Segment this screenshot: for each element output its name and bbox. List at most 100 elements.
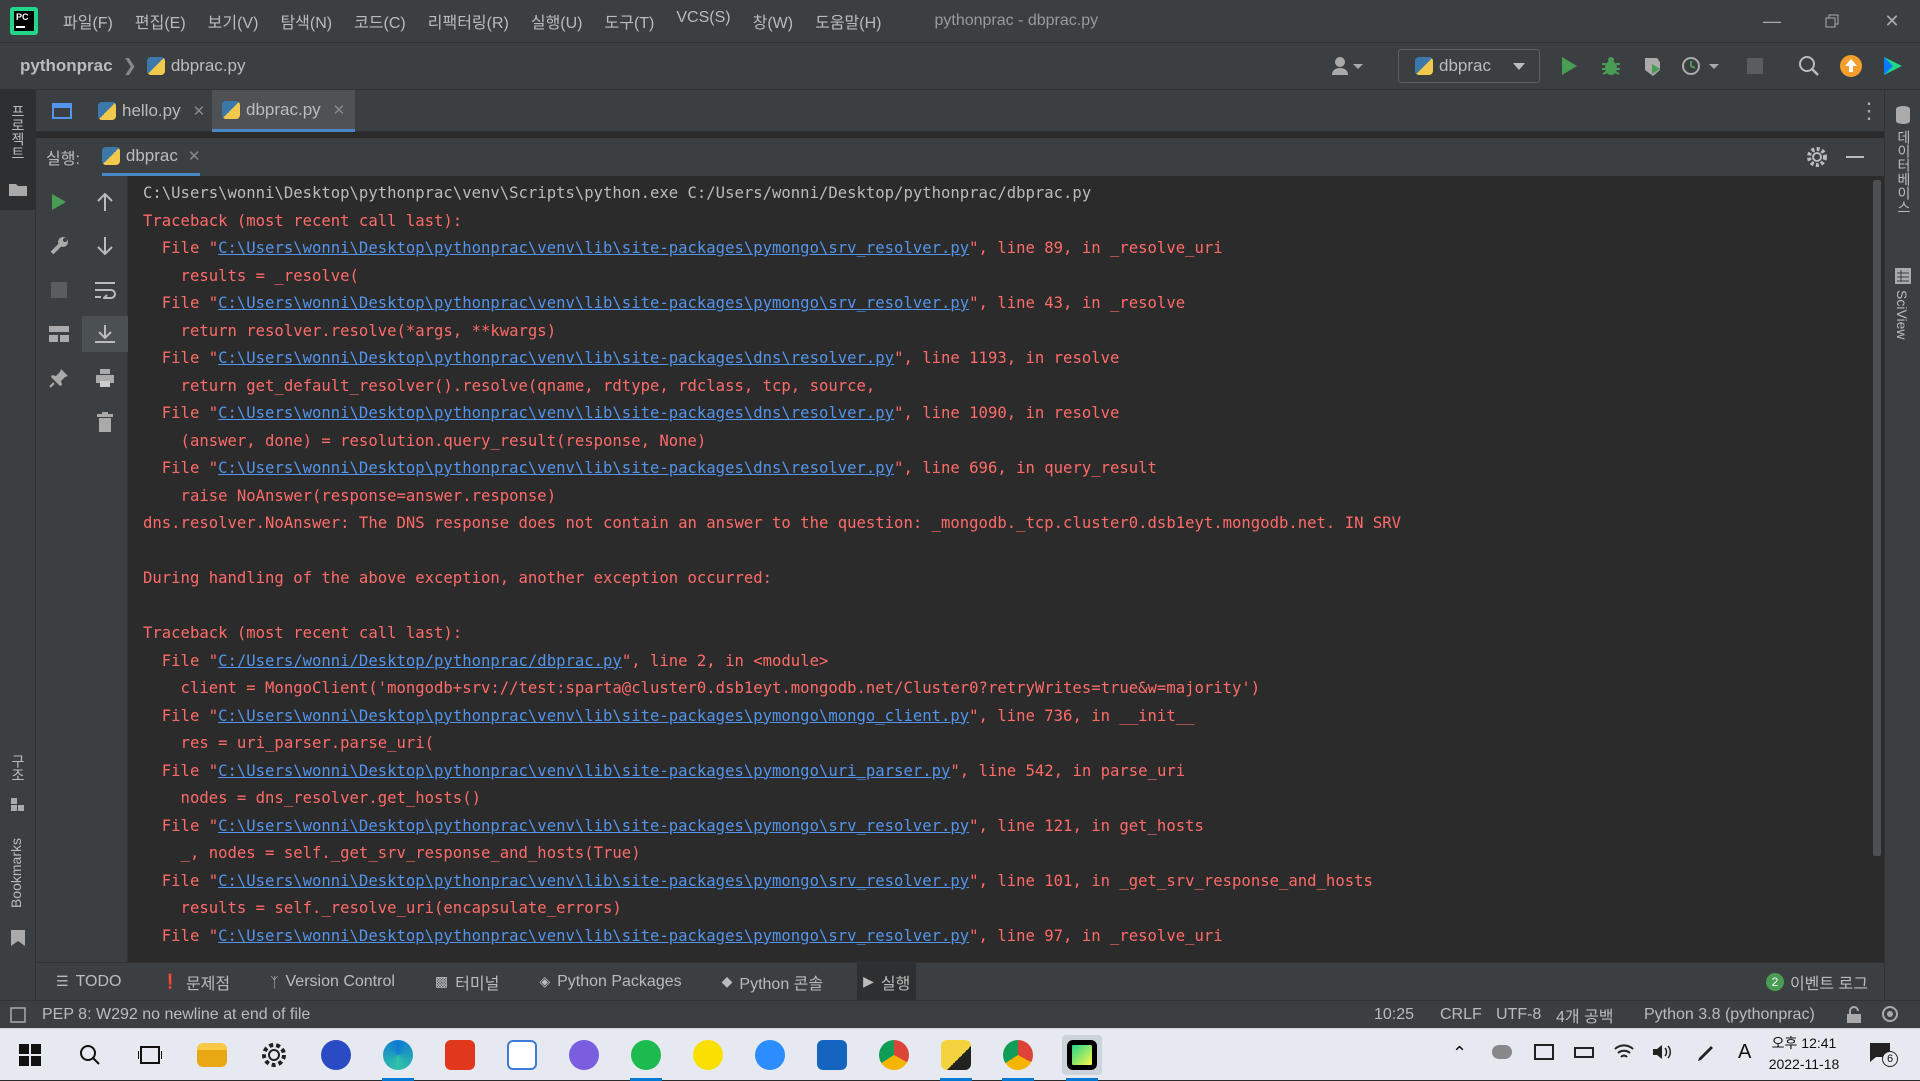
tab-run[interactable]: ▶ 실행 bbox=[857, 962, 917, 1001]
file-encoding[interactable]: UTF-8 bbox=[1496, 1001, 1541, 1029]
profile-button[interactable] bbox=[1680, 53, 1722, 79]
clear-all-button[interactable] bbox=[82, 404, 128, 440]
restore-button[interactable] bbox=[1804, 0, 1860, 42]
tab-dbprac-py[interactable]: dbprac.py ✕ bbox=[212, 90, 356, 132]
menu-code[interactable]: 코드(C) bbox=[354, 9, 406, 33]
menu-tools[interactable]: 도구(T) bbox=[605, 9, 655, 33]
structure-tool-button[interactable]: 구조 bbox=[0, 746, 36, 826]
taskbar-search-button[interactable] bbox=[70, 1035, 110, 1075]
code-with-me-button[interactable] bbox=[1880, 53, 1906, 79]
run-button[interactable] bbox=[1556, 53, 1582, 79]
tab-terminal[interactable]: ▩ 터미널 bbox=[429, 963, 505, 1001]
editor-panel-toggle[interactable] bbox=[44, 90, 80, 132]
pen-app[interactable] bbox=[564, 1035, 604, 1075]
office-app[interactable] bbox=[440, 1035, 480, 1075]
search-everywhere-button[interactable] bbox=[1796, 53, 1822, 79]
console-scrollbar[interactable] bbox=[1870, 176, 1884, 962]
file-explorer-app[interactable] bbox=[192, 1035, 232, 1075]
close-run-tab-icon[interactable]: ✕ bbox=[188, 147, 201, 165]
run-tab-dbprac[interactable]: dbprac ✕ bbox=[101, 138, 201, 176]
project-tool-button[interactable]: 프로젝트 bbox=[0, 90, 36, 210]
indent-setting[interactable]: 4개 공백 bbox=[1556, 1001, 1614, 1029]
close-tab-icon[interactable]: ✕ bbox=[333, 101, 346, 119]
caret-position[interactable]: 10:25 bbox=[1374, 1001, 1414, 1029]
inspector-icon[interactable] bbox=[1880, 1005, 1904, 1025]
sciview-tool-button[interactable]: SciView bbox=[1885, 264, 1920, 374]
breadcrumb-project[interactable]: pythonprac bbox=[20, 56, 113, 76]
file-link[interactable]: C:\Users\wonni\Desktop\pythonprac\venv\l… bbox=[218, 349, 894, 367]
pen-input-icon[interactable] bbox=[1696, 1043, 1716, 1063]
file-link[interactable]: C:\Users\wonni\Desktop\pythonprac\venv\l… bbox=[218, 927, 969, 945]
updates-button[interactable] bbox=[1838, 53, 1864, 79]
remote-app[interactable] bbox=[316, 1035, 356, 1075]
chrome-app[interactable] bbox=[874, 1035, 914, 1075]
menu-help[interactable]: 도움말(H) bbox=[815, 9, 881, 33]
bookmarks-tool-button[interactable]: Bookmarks bbox=[0, 830, 36, 950]
run-configuration-select[interactable]: dbprac bbox=[1398, 49, 1540, 83]
pycharm-logo[interactable]: PC bbox=[10, 7, 38, 35]
pycharm-app[interactable] bbox=[1062, 1035, 1102, 1081]
menu-vcs[interactable]: VCS(S) bbox=[676, 9, 730, 33]
file-link[interactable]: C:\Users\wonni\Desktop\pythonprac\venv\l… bbox=[218, 872, 969, 890]
breadcrumb-file[interactable]: dbprac.py bbox=[171, 56, 246, 76]
sticky-notes-app[interactable] bbox=[936, 1035, 976, 1081]
file-link[interactable]: C:\Users\wonni\Desktop\pythonprac\venv\l… bbox=[218, 762, 950, 780]
scroll-to-end-toggle[interactable] bbox=[82, 316, 128, 352]
scroll-down-button[interactable] bbox=[82, 228, 128, 264]
notes-app[interactable] bbox=[502, 1035, 542, 1075]
edge-app[interactable] bbox=[378, 1035, 418, 1081]
run-console-output[interactable]: C:\Users\wonni\Desktop\pythonprac\venv\S… bbox=[128, 176, 1870, 962]
battery-icon[interactable] bbox=[1574, 1047, 1594, 1058]
file-link[interactable]: C:\Users\wonni\Desktop\pythonprac\venv\l… bbox=[218, 404, 894, 422]
start-button[interactable] bbox=[10, 1035, 50, 1075]
chat-app[interactable] bbox=[626, 1035, 666, 1081]
pin-tab-button[interactable] bbox=[36, 360, 82, 396]
run-settings-button[interactable] bbox=[1806, 146, 1828, 173]
tab-hello-py[interactable]: hello.py ✕ bbox=[88, 90, 215, 132]
stop-process-button[interactable] bbox=[36, 272, 82, 308]
store-app[interactable] bbox=[812, 1035, 852, 1075]
scrollbar-thumb[interactable] bbox=[1873, 180, 1881, 856]
display-icon[interactable] bbox=[1534, 1044, 1554, 1060]
coverage-button[interactable] bbox=[1640, 53, 1666, 79]
file-link[interactable]: C:\Users\wonni\Desktop\pythonprac\venv\l… bbox=[218, 239, 969, 257]
file-link[interactable]: C:/Users/wonni/Desktop/pythonprac/dbprac… bbox=[218, 652, 622, 670]
debug-button[interactable] bbox=[1598, 53, 1624, 79]
lock-icon[interactable] bbox=[1846, 1006, 1862, 1024]
stop-button[interactable] bbox=[1742, 53, 1768, 79]
cloud-icon[interactable] bbox=[1492, 1045, 1512, 1059]
tab-version-control[interactable]: ᛉ Version Control bbox=[264, 963, 401, 1001]
volume-icon[interactable] bbox=[1652, 1043, 1672, 1061]
chrome-profile-app[interactable] bbox=[998, 1035, 1038, 1081]
minimize-button[interactable]: — bbox=[1744, 0, 1800, 42]
ime-indicator[interactable]: A bbox=[1738, 1041, 1751, 1064]
chevron-up-icon[interactable]: ⌃ bbox=[1452, 1043, 1467, 1064]
tab-problems[interactable]: ❗ 문제점 bbox=[156, 963, 237, 1001]
tabs-more-button[interactable]: ⋮ bbox=[1852, 90, 1886, 132]
file-link[interactable]: C:\Users\wonni\Desktop\pythonprac\venv\l… bbox=[218, 294, 969, 312]
database-tool-button[interactable]: 데이터베이스 bbox=[1885, 100, 1920, 230]
notification-center-button[interactable]: 6 bbox=[1868, 1041, 1898, 1067]
user-account-button[interactable] bbox=[1326, 53, 1368, 79]
menu-run[interactable]: 실행(U) bbox=[531, 9, 583, 33]
menu-edit[interactable]: 편집(E) bbox=[135, 9, 186, 33]
python-interpreter[interactable]: Python 3.8 (pythonprac) bbox=[1644, 1001, 1815, 1029]
menu-file[interactable]: 파일(F) bbox=[63, 9, 113, 33]
menu-refactor[interactable]: 리팩터링(R) bbox=[428, 9, 509, 33]
close-window-button[interactable]: ✕ bbox=[1864, 0, 1920, 42]
print-button[interactable] bbox=[82, 360, 128, 396]
kakaotalk-app[interactable] bbox=[688, 1035, 728, 1075]
wifi-icon[interactable] bbox=[1614, 1043, 1634, 1061]
tab-todo[interactable]: ☰ TODO bbox=[50, 963, 128, 1001]
menu-view[interactable]: 보기(V) bbox=[208, 9, 259, 33]
layout-button[interactable] bbox=[36, 316, 82, 352]
settings-app[interactable] bbox=[254, 1035, 294, 1075]
edit-configuration-button[interactable] bbox=[36, 228, 82, 264]
tab-python-packages[interactable]: ◈ Python Packages bbox=[533, 963, 687, 1001]
scroll-up-button[interactable] bbox=[82, 184, 128, 220]
menu-navigate[interactable]: 탐색(N) bbox=[280, 9, 332, 33]
file-link[interactable]: C:\Users\wonni\Desktop\pythonprac\venv\l… bbox=[218, 707, 969, 725]
close-tab-icon[interactable]: ✕ bbox=[193, 102, 206, 120]
hide-panel-button[interactable] bbox=[1846, 156, 1864, 158]
menu-window[interactable]: 창(W) bbox=[753, 9, 793, 33]
